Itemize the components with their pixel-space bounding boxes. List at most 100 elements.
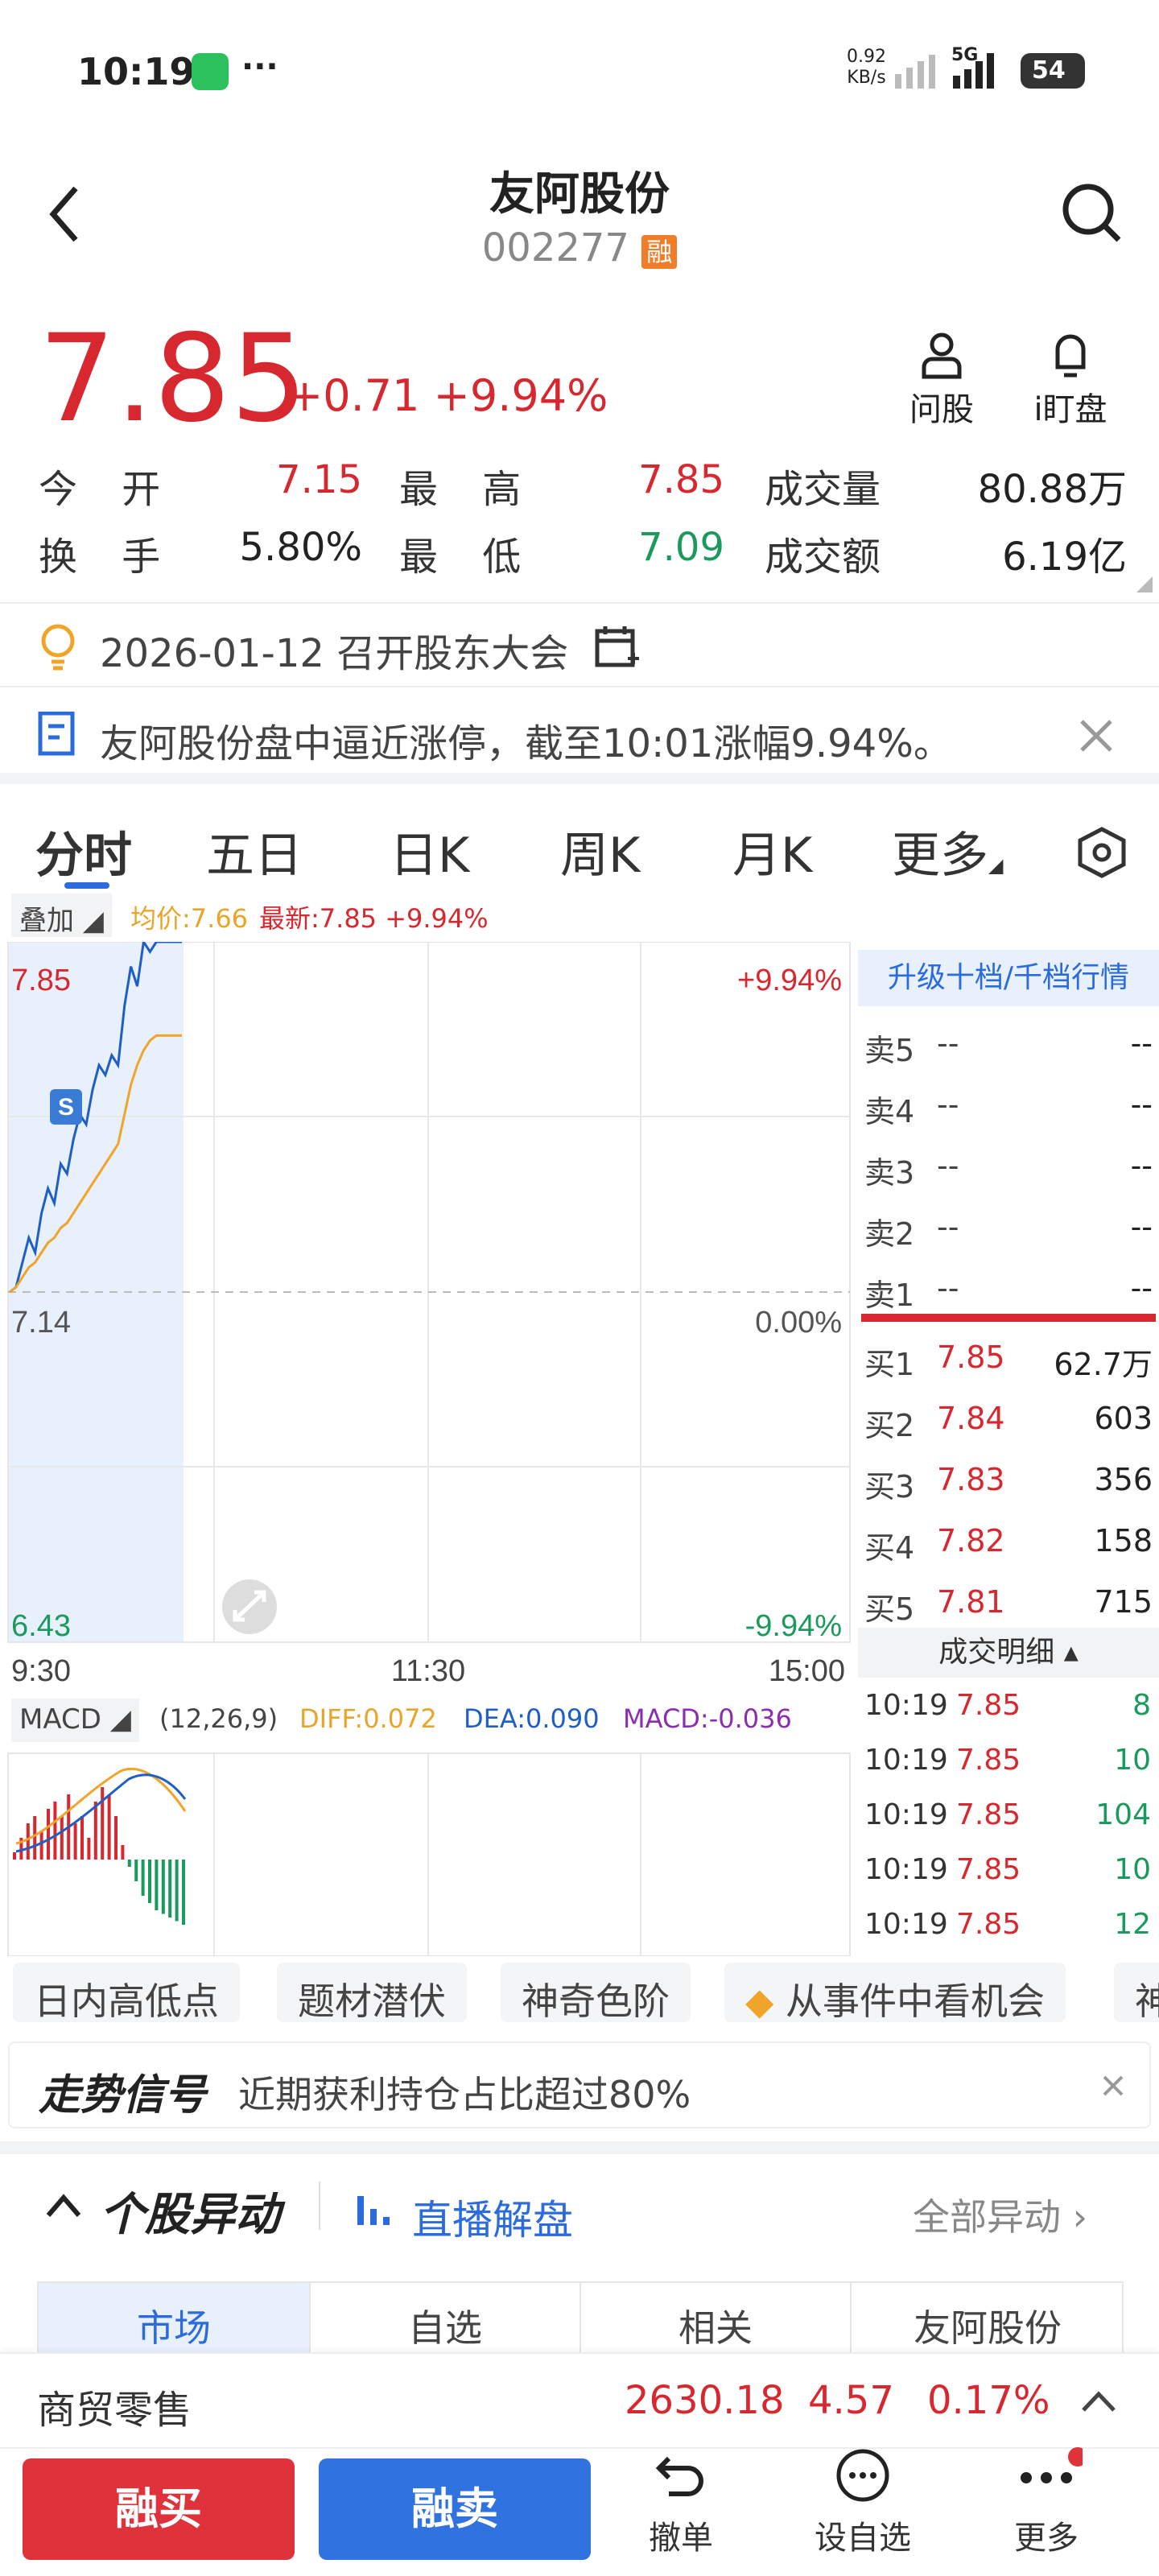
macd-bar [101, 1787, 105, 1860]
add-watchlist-button[interactable]: 设自选 [798, 2447, 927, 2558]
bid-level-price: 7.83 [937, 1462, 1005, 1497]
pill-theme[interactable]: 题材潜伏 [277, 1963, 467, 2023]
avg-price-legend: 均价:7.66 [130, 903, 249, 934]
tab-week-k[interactable]: 周K [560, 816, 640, 886]
tab-month-k[interactable]: 月K [732, 816, 812, 886]
margin-sell-button[interactable]: 融卖 [319, 2458, 591, 2560]
tab-day-k[interactable]: 日K [390, 816, 469, 886]
news-doc-icon [38, 712, 75, 756]
macd-dea: DEA:0.090 [464, 1703, 600, 1734]
calendar-add-icon[interactable] [592, 623, 641, 671]
trade-price: 7.85 [956, 1744, 1021, 1777]
ask-level[interactable]: 卖4 -- -- [853, 1075, 1159, 1137]
cancel-order-button[interactable]: 撤单 [617, 2447, 745, 2558]
settings-hex-icon[interactable] [1075, 826, 1128, 879]
macd-bar [33, 1816, 37, 1860]
bid-level-volume: 158 [1094, 1523, 1153, 1558]
bid-level-volume: 62.7万 [1054, 1347, 1153, 1382]
overlay-button[interactable]: 叠加 ◢ [11, 894, 112, 937]
bid-level[interactable]: 买1 7.85 62.7万 [853, 1328, 1159, 1389]
bell-icon [1055, 334, 1086, 378]
cancel-order-label: 撤单 [649, 2520, 713, 2557]
margin-badge: 融 [641, 235, 678, 269]
time-tick-close: 15:00 [769, 1654, 845, 1688]
signal-title: 走势信号 [39, 2071, 207, 2120]
bid-level-price: 7.85 [937, 1340, 1005, 1375]
watch-board-button[interactable]: i盯盘 [1022, 330, 1119, 430]
subtab-market[interactable]: 市场 [39, 2283, 309, 2357]
tab-intraday[interactable]: 分时 [35, 816, 132, 886]
expand-corner-icon[interactable] [1136, 576, 1153, 592]
search-icon[interactable] [1061, 182, 1125, 246]
battery-icon: 54 [1021, 53, 1085, 89]
ask-level-volume: -- [1130, 1026, 1153, 1061]
ask-level[interactable]: 卖2 -- -- [853, 1198, 1159, 1259]
all-movement-link[interactable]: 全部异动 › [913, 2188, 1087, 2241]
zoom-button[interactable] [222, 1579, 277, 1634]
section-divider [0, 2141, 1159, 2154]
ask-level[interactable]: 卖3 -- -- [853, 1137, 1159, 1198]
open-label: 今 开 [39, 467, 177, 512]
sell-marker[interactable]: S [50, 1089, 82, 1125]
pill-event-opportunity[interactable]: ◆ 从事件中看机会 [724, 1963, 1066, 2023]
ask-stock-button[interactable]: 问股 [901, 330, 982, 430]
ask-level[interactable]: 卖5 -- -- [853, 1014, 1159, 1075]
macd-bar [121, 1845, 125, 1860]
wechat-icon [192, 53, 229, 90]
axis-price-top: 7.85 [11, 964, 71, 997]
high-label: 最 高 [399, 467, 538, 512]
axis-pct-mid: 0.00% [755, 1306, 842, 1340]
ask-stock-label: 问股 [909, 391, 974, 428]
stock-header: 友阿股份 002277 融 [0, 129, 1159, 314]
news-notice[interactable]: 友阿股份盘中逼近涨停，截至10:01涨幅9.94%。 [0, 686, 1159, 774]
bid-level-price: 7.81 [937, 1584, 1005, 1620]
dots-circle-icon [836, 2449, 889, 2502]
sector-name: 商贸零售 [37, 2388, 192, 2433]
ask-level-label: 卖2 [864, 1216, 915, 1252]
signal-close-icon[interactable] [1101, 2074, 1125, 2098]
pill-color-scale[interactable]: 神奇色阶 [501, 1963, 691, 2023]
price-change: +0.71 [287, 370, 420, 421]
period-tabs: 分时 五日 日K 周K 月K 更多◢ [0, 773, 1159, 889]
subtab-watchlist[interactable]: 自选 [309, 2283, 580, 2357]
ask-level-volume: -- [1130, 1148, 1153, 1183]
bid-level[interactable]: 买2 7.84 603 [853, 1389, 1159, 1451]
ask-level[interactable]: 卖1 -- -- [853, 1259, 1159, 1320]
expand-up-icon[interactable] [1079, 2386, 1119, 2415]
time-tick-open: 9:30 [11, 1654, 71, 1688]
intraday-plot[interactable]: S 7.85 7.14 6.43 +9.94% 0.00% -9.94% 9:3… [0, 942, 853, 1956]
live-commentary-link[interactable]: 直播解盘 [412, 2188, 573, 2246]
tab-five-day[interactable]: 五日 [206, 816, 303, 886]
trend-signal-bar[interactable]: 走势信号 近期获利持仓占比超过80% [8, 2041, 1151, 2128]
ask-level-volume: -- [1130, 1270, 1153, 1306]
close-icon[interactable] [1079, 718, 1114, 753]
all-movement-label: 全部异动 [913, 2195, 1061, 2239]
macd-selector[interactable]: MACD ◢ [11, 1699, 139, 1742]
event-notice[interactable]: 2026-01-12 召开股东大会 [0, 602, 1159, 686]
axis-price-mid: 7.14 [11, 1306, 71, 1340]
turnover-label: 换 手 [39, 535, 177, 580]
trade-time: 10:19 [864, 1744, 948, 1777]
margin-buy-button[interactable]: 融买 [23, 2458, 295, 2560]
sector-bar[interactable]: 商贸零售 2630.18 4.57 0.17% [0, 2352, 1159, 2447]
trade-detail-header[interactable]: 成交明细 ▴ [858, 1628, 1159, 1678]
add-watchlist-label: 设自选 [815, 2520, 911, 2557]
more-actions-button[interactable]: 更多 [982, 2447, 1111, 2558]
collapse-icon[interactable] [43, 2190, 84, 2222]
bid-level[interactable]: 买4 7.82 158 [853, 1512, 1159, 1573]
subtab-stock[interactable]: 友阿股份 [850, 2283, 1124, 2357]
macd-bar [53, 1802, 57, 1860]
upgrade-quote-button[interactable]: 升级十档/千档行情 [858, 950, 1159, 1006]
ask-level-volume: -- [1130, 1209, 1153, 1245]
tab-more-label: 更多 [892, 828, 988, 884]
status-bar: 10:19 ··· 0.92 KB/s 5G 54 [0, 0, 1159, 129]
subtab-related[interactable]: 相关 [580, 2283, 850, 2357]
bid-level[interactable]: 买5 7.81 715 [853, 1573, 1159, 1634]
last-price: 7.85 [39, 309, 307, 449]
bid-level[interactable]: 买3 7.83 356 [853, 1451, 1159, 1512]
tab-more[interactable]: 更多◢ [892, 816, 1003, 886]
pill-overflow[interactable]: 神 [1114, 1963, 1159, 2023]
macd-bar [47, 1809, 50, 1860]
pill-intraday-hilo[interactable]: 日内高低点 [13, 1963, 240, 2023]
diff-line [15, 1768, 187, 1845]
